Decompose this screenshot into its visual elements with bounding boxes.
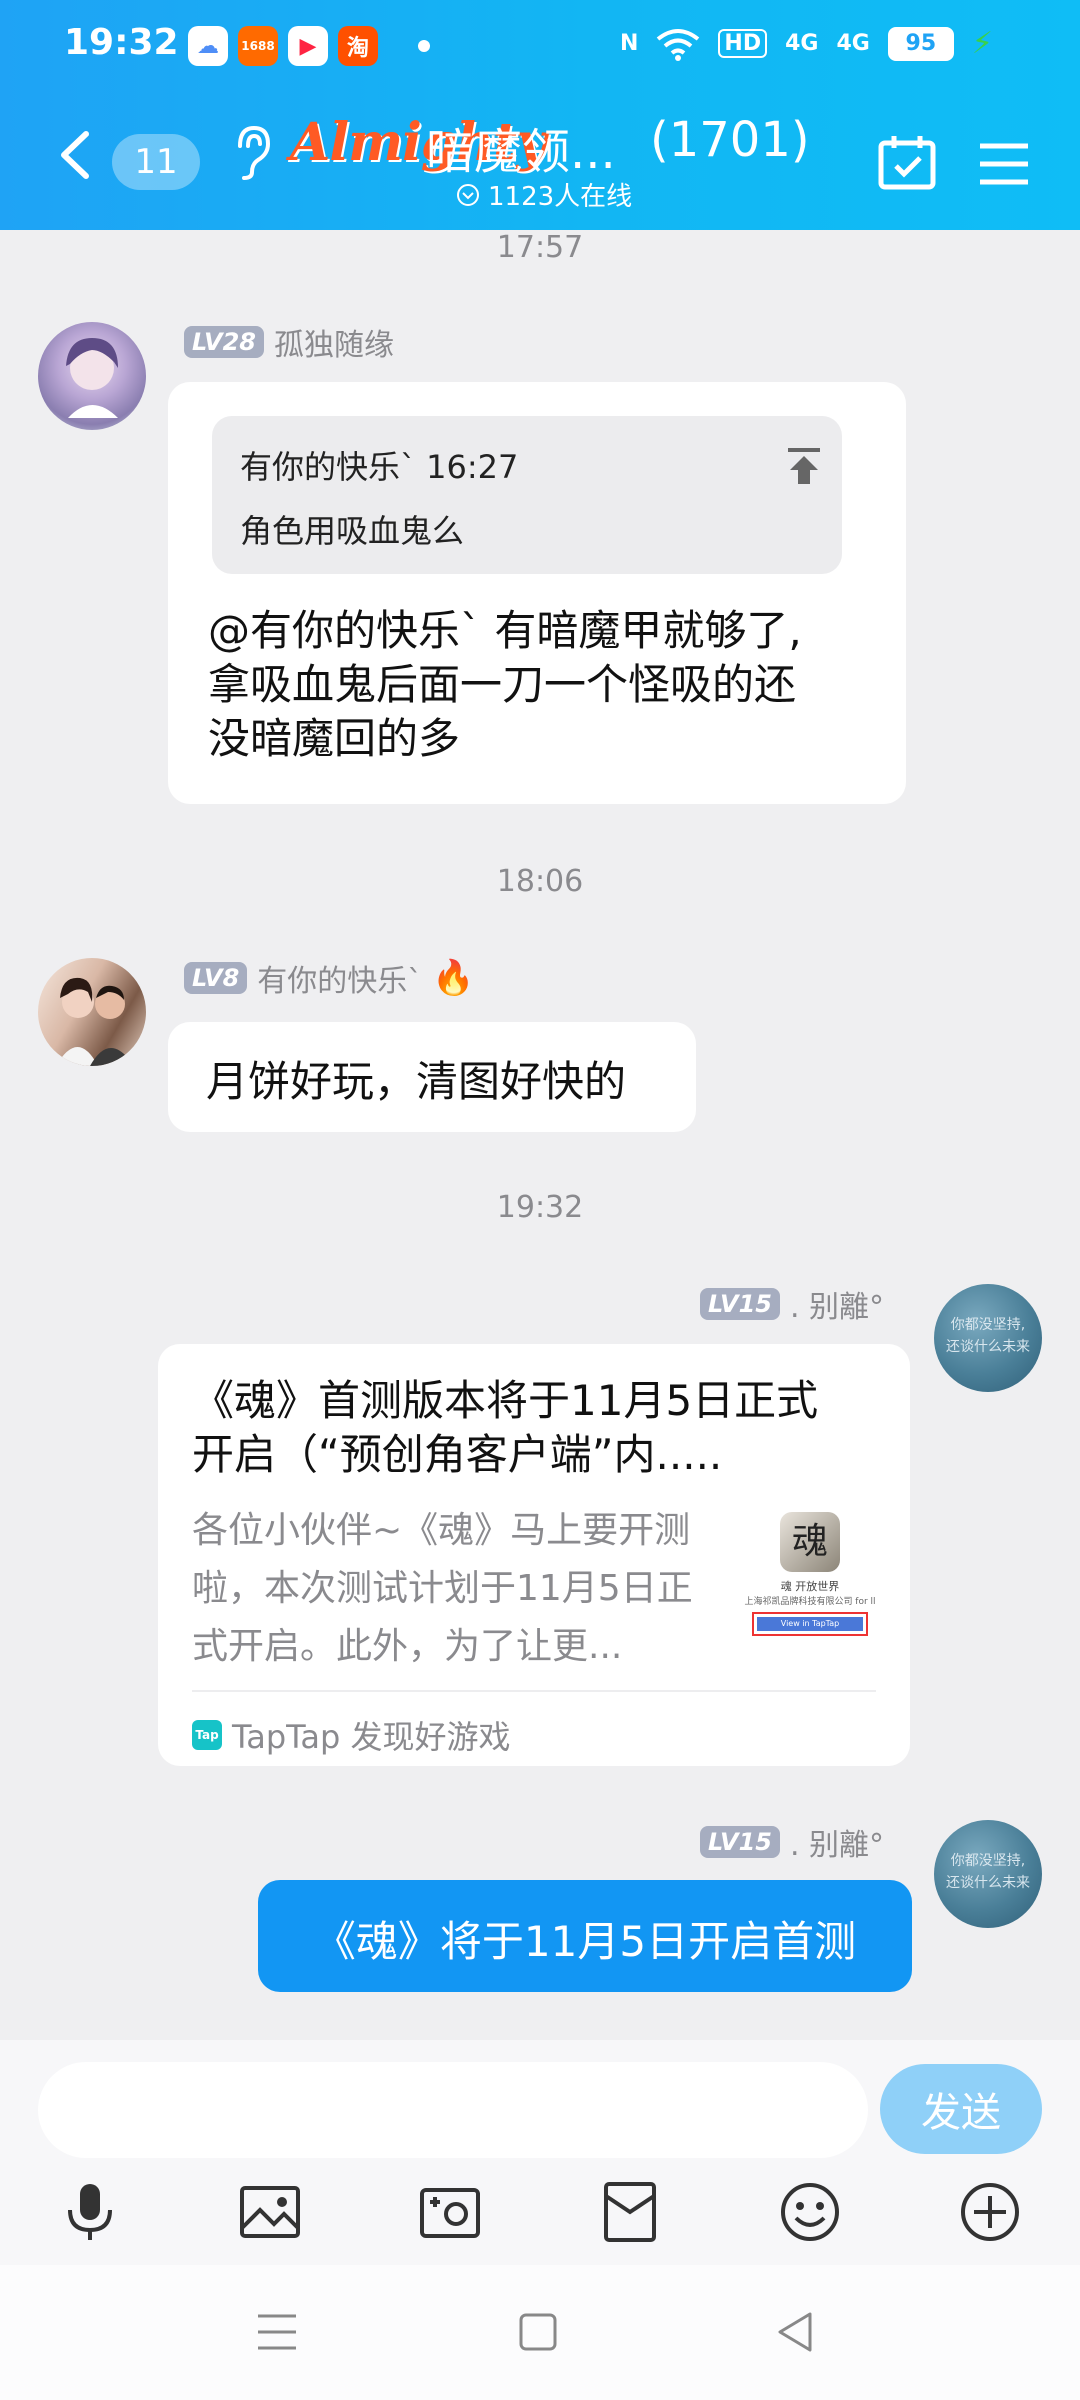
thumb-company: 上海祁凯品牌科技有限公司 for ll (744, 1597, 876, 1607)
message-line: 拿吸血鬼后面一刀一个怪吸的还 (208, 660, 797, 709)
video-app-icon: ▶ (288, 26, 328, 66)
thumb-highlight: View in TapTap (752, 1612, 868, 1636)
avatar[interactable] (38, 322, 146, 430)
card-divider (192, 1690, 876, 1692)
own-message-bubble[interactable]: 《魂》将于11月5日开启首测 (258, 1880, 912, 1992)
sender-nickname[interactable]: . 别離° (790, 1820, 884, 1864)
group-title[interactable]: 暗魔领... (426, 112, 616, 182)
quote-text: 角色用吸血鬼么 (240, 512, 465, 550)
send-button[interactable]: 发送 (880, 2064, 1042, 2154)
plus-circle-icon[interactable] (958, 2180, 1022, 2244)
fire-icon: 🔥 (432, 958, 475, 998)
wifi-icon (657, 28, 700, 61)
image-icon[interactable] (238, 2180, 302, 2244)
thumb-button: View in TapTap (757, 1617, 863, 1631)
sender-nickname[interactable]: 孤独随缘 (274, 320, 394, 364)
nfc-icon: N (620, 31, 639, 56)
camera-icon[interactable] (418, 2180, 482, 2244)
thumb-caption: 魂 开放世界 (780, 1580, 840, 1593)
timestamp-divider: 18:06 (496, 864, 584, 899)
avatar[interactable] (38, 958, 146, 1066)
charging-icon: ⚡ (971, 26, 993, 61)
card-title-line: 开启（“预创角客户端”内..... (192, 1430, 723, 1479)
online-count: 1123人在线 (488, 182, 633, 212)
notification-dot (418, 40, 430, 52)
message-text: 月饼好玩，清图好快的 (206, 1057, 627, 1106)
taptap-icon: Tap (192, 1720, 222, 1750)
card-desc-line: 式开启。此外，为了让更... (192, 1626, 623, 1667)
link-card[interactable]: 《魂》首测版本将于11月5日正式 开启（“预创角客户端”内..... 各位小伙伴… (158, 1344, 910, 1766)
battery-level: 95 (905, 31, 937, 56)
message-input[interactable] (38, 2062, 868, 2158)
message-bubble[interactable]: 月饼好玩，清图好快的 (168, 1022, 696, 1132)
calendar-check-icon[interactable] (878, 134, 936, 190)
level-badge: LV15 (700, 1288, 780, 1320)
timestamp-divider: 19:32 (496, 1190, 584, 1225)
timestamp-divider: 17:57 (496, 230, 584, 265)
card-thumbnail: 魂 魂 开放世界 上海祁凯品牌科技有限公司 for ll View in Tap… (736, 1504, 884, 1654)
avatar-text-line: 还谈什么未来 (946, 1875, 1030, 1891)
message-line: @有你的快乐` 有暗魔甲就够了, (208, 606, 802, 655)
menu-icon[interactable] (978, 142, 1030, 186)
online-chevron-icon (457, 183, 479, 206)
level-badge: LV15 (700, 1826, 780, 1858)
group-member-count[interactable]: (1701) (650, 112, 810, 168)
red-packet-icon[interactable] (598, 2180, 662, 2244)
sender-line: LV8 有你的快乐` 🔥 (184, 956, 475, 1000)
level-badge: LV28 (184, 326, 264, 358)
chat-header: 19:32 ☁ 1688 ▶ 淘 N HD 4G 4G 95 ⚡ 11 Almi… (0, 0, 1080, 230)
couple-photo-icon (56, 977, 134, 1066)
signal-4g-icon-2: 4G (836, 31, 870, 56)
nav-back-icon[interactable] (776, 2310, 814, 2354)
card-title-line: 《魂》首测版本将于11月5日正式 (192, 1376, 819, 1425)
ear-icon[interactable] (230, 122, 274, 182)
sender-line: LV15 . 别離° (700, 1820, 884, 1864)
online-status: 1123人在线 (456, 176, 632, 213)
sender-nickname[interactable]: . 别離° (790, 1282, 884, 1326)
message-text: @有你的快乐` 有暗魔甲就够了, 拿吸血鬼后面一刀一个怪吸的还 没暗魔回的多 (208, 604, 802, 766)
card-title: 《魂》首测版本将于11月5日正式 开启（“预创角客户端”内..... (192, 1374, 882, 1482)
avatar-text-line: 你都没坚持, (950, 1317, 1026, 1333)
card-description: 各位小伙伴~《魂》马上要开测 啦，本次测试计划于11月5日正 式开启。此外，为了… (192, 1502, 712, 1676)
quoted-message[interactable]: 有你的快乐` 16:27 角色用吸血鬼么 (212, 416, 842, 574)
card-desc-line: 啦，本次测试计划于11月5日正 (192, 1568, 693, 1609)
sender-line: LV28 孤独随缘 (184, 320, 394, 364)
avatar[interactable]: 你都没坚持, 还谈什么未来 (934, 1820, 1042, 1928)
level-badge: LV8 (184, 962, 248, 994)
status-right-icons: N HD 4G 4G 95 ⚡ (620, 26, 993, 61)
message-text: 《魂》将于11月5日开启首测 (313, 1917, 857, 1966)
message-line: 没暗魔回的多 (208, 714, 461, 763)
status-time: 19:32 (64, 22, 179, 63)
avatar-text: 你都没坚持, 还谈什么未来 (944, 1314, 1032, 1358)
nav-home-icon[interactable] (518, 2312, 558, 2352)
card-source: Tap TapTap 发现好游戏 (192, 1712, 511, 1758)
nav-menu-icon[interactable] (256, 2312, 298, 2352)
sender-line: LV15 . 别離° (700, 1282, 884, 1326)
avatar-text: 你都没坚持, 还谈什么未来 (944, 1850, 1032, 1894)
avatar-text-line: 你都没坚持, (950, 1853, 1026, 1869)
unread-count-badge[interactable]: 11 (112, 134, 200, 190)
message-bubble[interactable]: 有你的快乐` 16:27 角色用吸血鬼么 @有你的快乐` 有暗魔甲就够了, 拿吸… (168, 382, 906, 804)
microphone-icon[interactable] (58, 2180, 122, 2244)
signal-4g-icon: 4G (785, 31, 819, 56)
card-source-text: TapTap 发现好游戏 (232, 1718, 511, 1756)
anime-avatar-icon (66, 338, 118, 418)
avatar-text-line: 还谈什么未来 (946, 1339, 1030, 1355)
battery-icon: 95 (887, 26, 954, 61)
card-desc-line: 各位小伙伴~《魂》马上要开测 (192, 1510, 691, 1551)
status-app-icons: ☁ 1688 ▶ 淘 (188, 26, 378, 66)
avatar[interactable]: 你都没坚持, 还谈什么未来 (934, 1284, 1042, 1392)
jump-to-top-icon[interactable] (784, 446, 824, 486)
baidu-netdisk-icon: ☁ (188, 26, 228, 66)
game-icon: 魂 (780, 1512, 840, 1572)
quote-author: 有你的快乐` 16:27 (240, 448, 519, 486)
back-chevron-icon[interactable] (56, 130, 96, 180)
taobao-icon: 淘 (338, 26, 378, 66)
alibaba-icon: 1688 (238, 26, 278, 66)
sender-nickname[interactable]: 有你的快乐` (257, 956, 422, 1000)
emoji-icon[interactable] (778, 2180, 842, 2244)
hd-icon: HD (718, 29, 768, 58)
